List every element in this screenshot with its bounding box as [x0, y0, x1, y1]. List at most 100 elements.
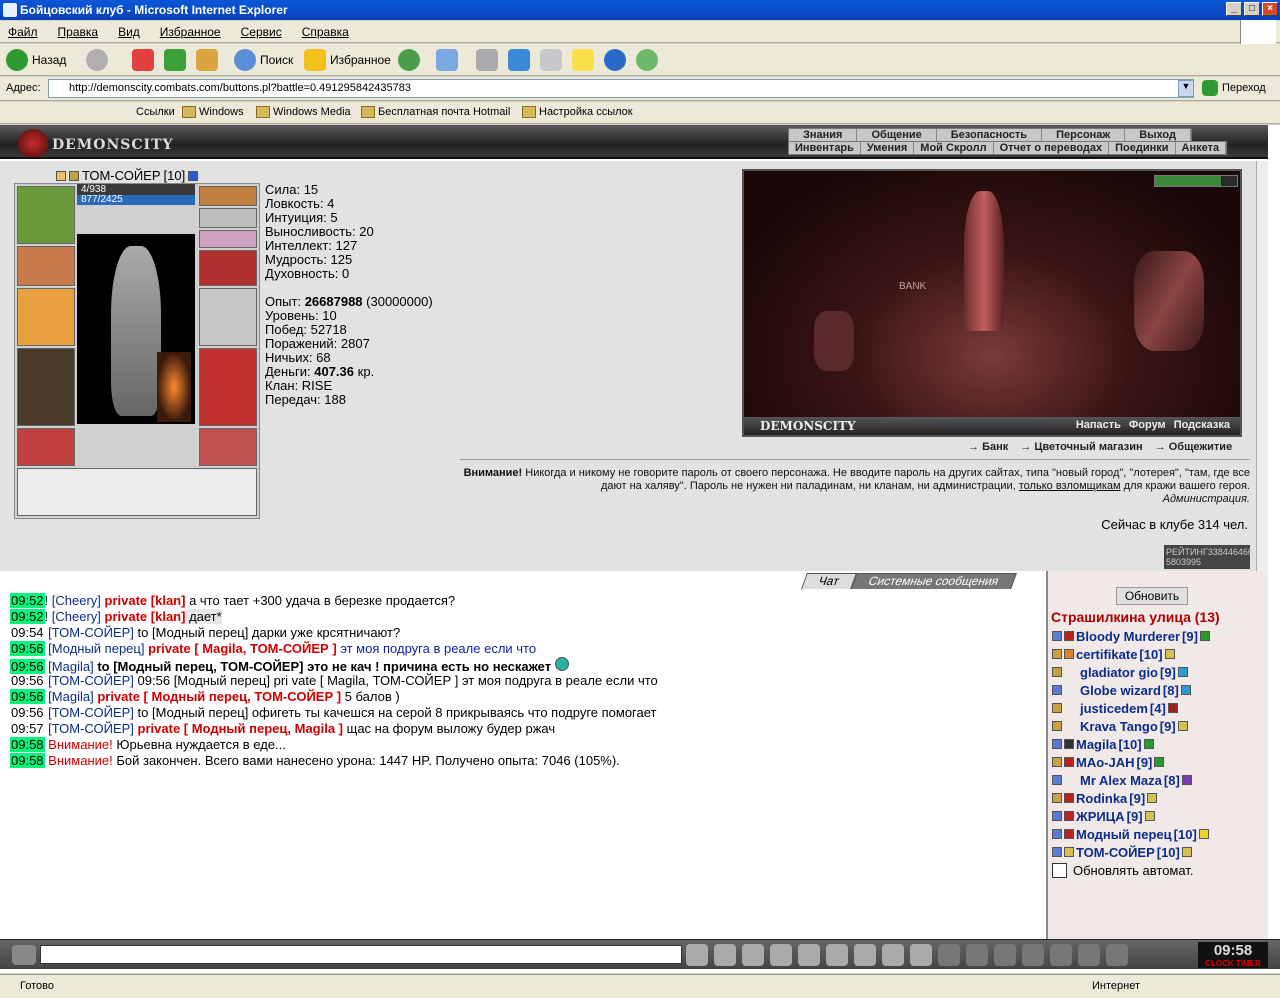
smiley-icon[interactable]: [882, 944, 904, 966]
list-item[interactable]: Bloody Murderer [9]: [1052, 627, 1210, 645]
rating-badge[interactable]: РЕЙТИНГ338446466 5803995: [1164, 545, 1253, 569]
forward-button[interactable]: [86, 48, 108, 72]
back-button[interactable]: Назад: [6, 48, 66, 72]
nav-profile[interactable]: Анкета: [1176, 142, 1227, 154]
links-toolbar-icon[interactable]: [6, 105, 28, 127]
nav-knowledge[interactable]: Знания: [789, 129, 858, 141]
nav-battles[interactable]: Поединки: [1109, 142, 1176, 154]
menu-favorites[interactable]: Избранное: [160, 25, 221, 42]
send-icon[interactable]: [686, 944, 708, 966]
flower-shop-link[interactable]: → Цветочный магазин: [1020, 441, 1142, 453]
list-item[interactable]: MAo-JAH [9]: [1052, 753, 1210, 771]
belt-items-row[interactable]: [17, 468, 257, 516]
menu-tools[interactable]: Сервис: [241, 25, 282, 42]
print-icon[interactable]: [476, 49, 498, 71]
castle-icon[interactable]: [1050, 944, 1072, 966]
sound-icon[interactable]: [854, 944, 876, 966]
note-icon[interactable]: [572, 49, 594, 71]
skype-icon[interactable]: [604, 49, 626, 71]
edit-icon[interactable]: [540, 49, 562, 71]
upper-scrollbar[interactable]: [1256, 161, 1268, 607]
list-item[interactable]: Mr Alex Maza [8]: [1052, 771, 1210, 789]
list-item[interactable]: ЖРИЦА [9]: [1052, 807, 1210, 825]
list-item[interactable]: Krava Tango [9]: [1052, 717, 1210, 735]
dormitory-link[interactable]: → Общежитие: [1155, 441, 1233, 453]
rings-slot[interactable]: [199, 230, 257, 248]
eraser-icon[interactable]: [714, 944, 736, 966]
nav-character[interactable]: Персонаж: [1042, 129, 1126, 141]
favorites-button[interactable]: Избранное: [304, 48, 391, 72]
menu-file[interactable]: Файл: [8, 25, 38, 42]
filter-icon[interactable]: [742, 944, 764, 966]
mail-icon[interactable]: [436, 49, 458, 71]
home-icon[interactable]: [196, 49, 218, 71]
speed-icon[interactable]: [910, 944, 932, 966]
chat-head-icon[interactable]: [12, 945, 36, 965]
search-button[interactable]: Поиск: [234, 48, 293, 72]
weapon-slot[interactable]: [17, 288, 75, 346]
auto-refresh[interactable]: Обновлять автомат.: [1052, 863, 1193, 878]
menu-view[interactable]: Вид: [118, 25, 140, 42]
refresh-button[interactable]: Обновить: [1116, 587, 1188, 605]
nav-inventory[interactable]: Инвентарь: [789, 142, 861, 154]
address-input[interactable]: http://demonscity.combats.com/buttons.pl…: [48, 79, 1194, 98]
auto-refresh-checkbox[interactable]: [1052, 863, 1067, 878]
cross-icon[interactable]: [994, 944, 1016, 966]
fight-icon[interactable]: [798, 944, 820, 966]
belt-slot[interactable]: [17, 428, 75, 466]
list-item[interactable]: Magila [10]: [1052, 735, 1210, 753]
maximize-button[interactable]: □: [1244, 2, 1260, 16]
nav-skills[interactable]: Умения: [861, 142, 915, 154]
menu-help[interactable]: Справка: [302, 25, 349, 42]
chat-input[interactable]: [40, 945, 682, 964]
tab-system-messages[interactable]: Системные сообщения: [850, 573, 1017, 589]
armor-slot[interactable]: [17, 348, 75, 426]
flag-icon[interactable]: [1078, 944, 1100, 966]
forum-link[interactable]: Форум: [1129, 419, 1166, 431]
translit-icon[interactable]: [826, 944, 848, 966]
minimize-button[interactable]: _: [1226, 2, 1242, 16]
link-customize[interactable]: Настройка ссылок: [522, 106, 633, 118]
close-button[interactable]: ×: [1262, 2, 1278, 16]
history-icon[interactable]: [398, 49, 420, 71]
save-icon[interactable]: [770, 944, 792, 966]
shield-slot[interactable]: [199, 288, 257, 346]
messenger-icon[interactable]: [508, 49, 530, 71]
nav-my-scroll[interactable]: Мой Скролл: [914, 142, 994, 154]
helmet-slot[interactable]: [17, 186, 75, 244]
list-item[interactable]: Модный перец [10]: [1052, 825, 1210, 843]
list-item[interactable]: gladiator gio [9]: [1052, 663, 1210, 681]
list-item[interactable]: certifikate [10]: [1052, 645, 1210, 663]
scene-bank-label[interactable]: BANK: [899, 281, 926, 292]
hackers-link[interactable]: только взломщикам: [1019, 480, 1121, 492]
orb-item[interactable]: [157, 352, 191, 422]
boots-slot[interactable]: [199, 428, 257, 466]
menu-edit[interactable]: Правка: [58, 25, 99, 42]
nav-transfer-report[interactable]: Отчет о переводах: [994, 142, 1110, 154]
contacts-icon[interactable]: [636, 49, 658, 71]
hint-link[interactable]: Подсказка: [1174, 419, 1230, 431]
list-item[interactable]: justicedem [4]: [1052, 699, 1210, 717]
amulet-slot[interactable]: [199, 208, 257, 228]
bank-link[interactable]: → Банк: [968, 441, 1008, 453]
info-icon[interactable]: [188, 170, 199, 181]
link-windows[interactable]: Windows: [182, 106, 244, 118]
tab-chat[interactable]: Чат: [801, 573, 857, 589]
nav-communication[interactable]: Общение: [857, 129, 937, 141]
gloves-slot[interactable]: [199, 250, 257, 286]
list-item[interactable]: ТОМ-СОЙЕР [10]: [1052, 843, 1210, 861]
location-scene[interactable]: BANK DEMONSCITY Напасть Форум Подсказка: [742, 169, 1242, 437]
list-item[interactable]: Globe wizard [8]: [1052, 681, 1210, 699]
earrings-slot[interactable]: [199, 186, 257, 206]
music-icon[interactable]: [966, 944, 988, 966]
nav-security[interactable]: Безопасность: [937, 129, 1043, 141]
list-item[interactable]: Rodinka [9]: [1052, 789, 1210, 807]
legs-slot[interactable]: [199, 348, 257, 426]
helmet-icon[interactable]: [1022, 944, 1044, 966]
bracers-slot[interactable]: [17, 246, 75, 286]
link-hotmail[interactable]: Бесплатная почта Hotmail: [361, 106, 510, 118]
stop-icon[interactable]: [132, 49, 154, 71]
go-button[interactable]: Переход: [1202, 80, 1266, 96]
nav-exit[interactable]: Выход: [1125, 129, 1191, 141]
attack-link[interactable]: Напасть: [1076, 419, 1121, 431]
